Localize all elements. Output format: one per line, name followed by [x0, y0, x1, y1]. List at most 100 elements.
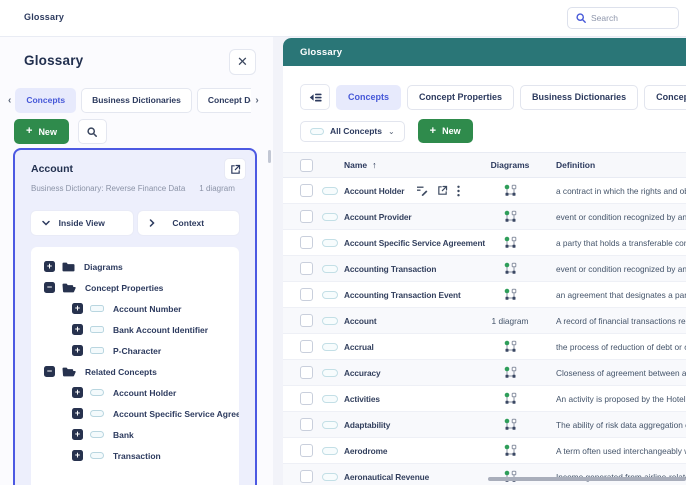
diagram-icon[interactable] — [504, 366, 517, 379]
table-row-account-holder[interactable]: Account Holdera contract in which the ri… — [283, 178, 686, 204]
expand-icon[interactable]: + — [72, 387, 83, 398]
panel-tab-business-dictionaries[interactable]: Business Dictionaries — [81, 88, 192, 113]
inside-view-button[interactable]: Inside View — [31, 211, 133, 235]
concept-name[interactable]: Accrual — [344, 342, 374, 352]
diagram-icon[interactable] — [504, 418, 517, 431]
tree-item-account-number[interactable]: +Account Number — [44, 298, 239, 319]
collapse-sidebar-button[interactable] — [300, 84, 330, 110]
concept-name[interactable]: Account Provider — [344, 212, 412, 222]
search-input[interactable] — [591, 13, 661, 23]
row-checkbox[interactable] — [300, 444, 313, 457]
row-checkbox[interactable] — [300, 366, 313, 379]
panel-new-button[interactable]: + New — [14, 119, 69, 144]
concept-name[interactable]: Aeronautical Revenue — [344, 472, 429, 482]
glossary-side-panel: Glossary ✕ ‹ ConceptsBusiness Dictionari… — [0, 37, 273, 485]
main-tab-concepts[interactable]: Concepts — [336, 85, 401, 110]
diagram-icon[interactable] — [504, 262, 517, 275]
expand-icon[interactable]: + — [72, 303, 83, 314]
tab-scroll-right-icon[interactable]: › — [251, 95, 262, 106]
tree-item-account-specific-service-agreement[interactable]: +Account Specific Service Agreement — [44, 403, 239, 424]
main-tab-business-dictionaries[interactable]: Business Dictionaries — [520, 85, 638, 110]
tree-item-p-character[interactable]: +P-Character — [44, 340, 239, 361]
tree-item-bank-account-identifier[interactable]: +Bank Account Identifier — [44, 319, 239, 340]
row-checkbox[interactable] — [300, 262, 313, 275]
collapse-icon[interactable]: − — [44, 282, 55, 293]
expand-icon[interactable]: + — [72, 450, 83, 461]
horizontal-scrollbar-thumb[interactable] — [488, 477, 686, 481]
row-checkbox[interactable] — [300, 184, 313, 197]
concept-name[interactable]: Account Holder — [344, 186, 404, 196]
table-row-aeronautical-revenue[interactable]: Aeronautical RevenueIncome generated fro… — [283, 464, 686, 485]
kebab-menu-icon[interactable] — [457, 185, 460, 197]
panel-search-button[interactable] — [78, 119, 107, 144]
edit-icon[interactable] — [416, 185, 428, 196]
row-checkbox[interactable] — [300, 210, 313, 223]
tree-item-account-holder[interactable]: +Account Holder — [44, 382, 239, 403]
diagram-icon[interactable] — [504, 210, 517, 223]
table-row-accounting-transaction-event[interactable]: Accounting Transaction Eventan agreement… — [283, 282, 686, 308]
table-row-account-specific-service-agreement[interactable]: Account Specific Service Agreementa part… — [283, 230, 686, 256]
sort-asc-icon[interactable]: ↑ — [372, 160, 377, 170]
concept-name[interactable]: Adaptability — [344, 420, 390, 430]
main-new-button[interactable]: + New — [418, 119, 473, 143]
row-checkbox[interactable] — [300, 392, 313, 405]
panel-scrollbar-thumb[interactable] — [268, 150, 271, 163]
collapse-icon[interactable]: − — [44, 366, 55, 377]
row-checkbox[interactable] — [300, 418, 313, 431]
tree-item-diagrams[interactable]: +Diagrams — [44, 256, 239, 277]
concept-name[interactable]: Activities — [344, 394, 380, 404]
table-row-adaptability[interactable]: AdaptabilityThe ability of risk data agg… — [283, 412, 686, 438]
panel-tab-concepts[interactable]: Concepts — [15, 88, 76, 113]
concept-name[interactable]: Aerodrome — [344, 446, 387, 456]
expand-icon[interactable]: + — [72, 345, 83, 356]
main-tab-concept-domains[interactable]: Concept Domains — [644, 85, 686, 110]
diagram-icon[interactable] — [504, 236, 517, 249]
expand-icon[interactable]: + — [72, 324, 83, 335]
panel-tab-concept-do[interactable]: Concept Do — [197, 88, 251, 113]
open-concept-button[interactable] — [224, 158, 246, 180]
diagram-icon[interactable] — [504, 184, 517, 197]
row-checkbox[interactable] — [300, 470, 313, 483]
name-column-header[interactable]: Name — [344, 160, 367, 170]
tab-scroll-left-icon[interactable]: ‹ — [4, 95, 15, 106]
row-checkbox[interactable] — [300, 288, 313, 301]
row-checkbox[interactable] — [300, 236, 313, 249]
table-row-accrual[interactable]: Accrualthe process of reduction of debt … — [283, 334, 686, 360]
concept-name[interactable]: Accounting Transaction — [344, 264, 436, 274]
diagram-icon[interactable] — [504, 340, 517, 353]
definition-column-header[interactable]: Definition — [556, 160, 595, 170]
row-checkbox[interactable] — [300, 340, 313, 353]
global-search[interactable] — [567, 7, 679, 29]
concept-name[interactable]: Accounting Transaction Event — [344, 290, 461, 300]
table-row-accounting-transaction[interactable]: Accounting Transactionevent or condition… — [283, 256, 686, 282]
concept-name[interactable]: Account — [344, 316, 377, 326]
row-checkbox[interactable] — [300, 314, 313, 327]
table-row-aerodrome[interactable]: AerodromeA term often used interchangeab… — [283, 438, 686, 464]
search-icon — [87, 127, 97, 137]
breadcrumb[interactable]: Glossary — [24, 12, 64, 22]
expand-icon[interactable]: + — [72, 429, 83, 440]
close-panel-button[interactable]: ✕ — [229, 49, 256, 75]
tree-item-transaction[interactable]: +Transaction — [44, 445, 239, 466]
diagram-icon[interactable] — [504, 288, 517, 301]
table-row-activities[interactable]: ActivitiesAn activity is proposed by the… — [283, 386, 686, 412]
table-row-account-provider[interactable]: Account Providerevent or condition recog… — [283, 204, 686, 230]
table-row-accuracy[interactable]: AccuracyCloseness of agreement between a… — [283, 360, 686, 386]
table-row-account[interactable]: Account1 diagramA record of financial tr… — [283, 308, 686, 334]
concept-card-account[interactable]: Account Business Dictionary: Reverse Fin… — [13, 148, 257, 485]
tree-item-concept-properties[interactable]: −Concept Properties — [44, 277, 239, 298]
expand-icon[interactable]: + — [44, 261, 55, 272]
select-all-checkbox[interactable] — [300, 159, 313, 172]
diagrams-column-header[interactable]: Diagrams — [491, 160, 530, 170]
diagram-icon[interactable] — [504, 444, 517, 457]
open-in-new-icon[interactable] — [437, 185, 448, 196]
context-button[interactable]: Context — [138, 211, 240, 235]
expand-icon[interactable]: + — [72, 408, 83, 419]
concept-filter-dropdown[interactable]: All Concepts ⌄ — [300, 121, 405, 142]
main-tab-concept-properties[interactable]: Concept Properties — [407, 85, 514, 110]
tree-item-bank[interactable]: +Bank — [44, 424, 239, 445]
diagram-icon[interactable] — [504, 392, 517, 405]
concept-name[interactable]: Account Specific Service Agreement — [344, 238, 485, 248]
concept-name[interactable]: Accuracy — [344, 368, 381, 378]
tree-item-related-concepts[interactable]: −Related Concepts — [44, 361, 239, 382]
